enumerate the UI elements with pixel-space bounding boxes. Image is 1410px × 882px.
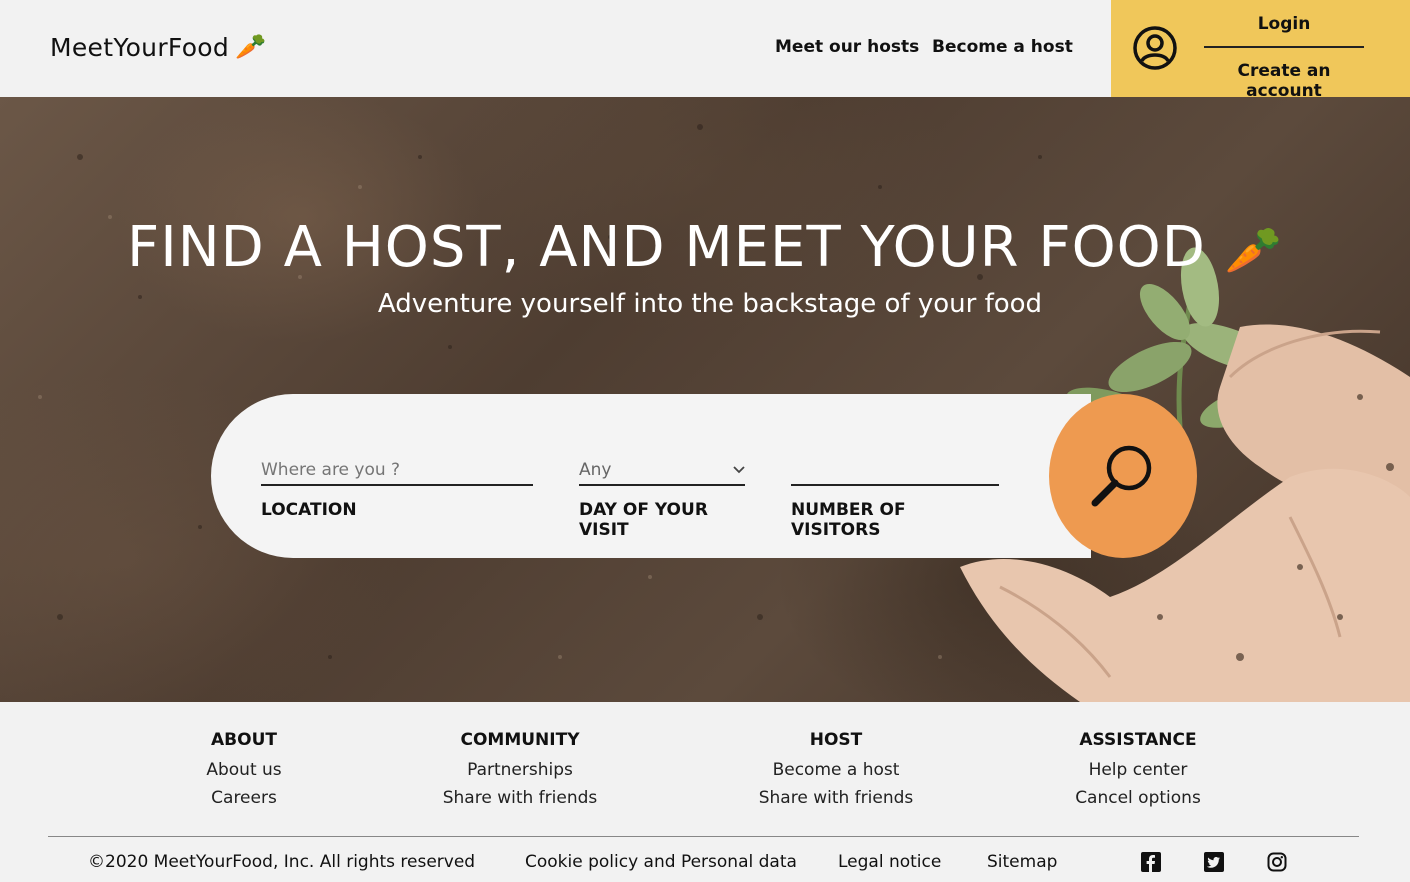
footer-col-assistance: ASSISTANCE Help center Cancel options (1058, 730, 1218, 812)
location-input[interactable] (261, 458, 533, 482)
create-account-link[interactable]: Create an account (1204, 61, 1364, 101)
visitors-label: NUMBER OF VISITORS (791, 500, 906, 540)
hero-title: FIND A HOST, AND MEET YOUR FOOD 🥕 (0, 215, 1410, 280)
footer-link-share[interactable]: Share with friends (420, 784, 620, 812)
visitors-underline (791, 484, 999, 486)
footer-link-about-us[interactable]: About us (184, 756, 304, 784)
twitter-icon[interactable] (1204, 852, 1224, 872)
carrot-icon: 🥕 (1224, 223, 1283, 277)
site-footer: ABOUT About us Careers COMMUNITY Partner… (0, 702, 1410, 882)
footer-link-partnerships[interactable]: Partnerships (420, 756, 620, 784)
nav-meet-our-hosts[interactable]: Meet our hosts (775, 37, 919, 57)
location-label: LOCATION (261, 500, 357, 520)
day-label: DAY OF YOUR VISIT (579, 500, 708, 540)
logo-text: MeetYourFood (50, 32, 230, 62)
footer-heading: ASSISTANCE (1079, 730, 1197, 750)
visitors-field: NUMBER OF VISITORS (791, 458, 999, 540)
hero-title-text: FIND A HOST, AND MEET YOUR FOOD (127, 215, 1206, 280)
day-field: Any DAY OF YOUR VISIT (579, 458, 745, 540)
day-select-value: Any (579, 460, 612, 480)
chevron-down-icon (733, 466, 745, 474)
day-underline (579, 484, 745, 486)
carrot-icon: 🥕 (235, 32, 267, 61)
search-bar: LOCATION Any DAY OF YOUR VISIT NUMBER OF… (211, 394, 1091, 558)
visitors-input[interactable] (791, 458, 999, 482)
logo[interactable]: MeetYourFood 🥕 (50, 32, 267, 62)
hero-section: FIND A HOST, AND MEET YOUR FOOD 🥕 Advent… (0, 97, 1410, 702)
footer-link-share[interactable]: Share with friends (736, 784, 936, 812)
site-header: MeetYourFood 🥕 Meet our hosts Become a h… (0, 0, 1410, 101)
footer-link-careers[interactable]: Careers (184, 784, 304, 812)
footer-divider (48, 836, 1359, 837)
instagram-icon[interactable] (1267, 852, 1287, 872)
search-icon (1091, 445, 1152, 507)
footer-link-cancel-options[interactable]: Cancel options (1058, 784, 1218, 812)
location-field: LOCATION (261, 458, 533, 520)
footer-link-help-center[interactable]: Help center (1058, 756, 1218, 784)
facebook-icon[interactable] (1141, 852, 1161, 872)
footer-col-community: COMMUNITY Partnerships Share with friend… (420, 730, 620, 812)
footer-col-about: ABOUT About us Careers (184, 730, 304, 812)
login-link[interactable]: Login (1204, 14, 1364, 34)
sitemap-link[interactable]: Sitemap (987, 852, 1057, 872)
account-divider (1204, 46, 1364, 48)
user-circle-icon[interactable] (1132, 25, 1178, 71)
hero-subtitle: Adventure yourself into the backstage of… (377, 289, 1043, 319)
search-button[interactable] (1049, 394, 1197, 558)
footer-col-host: HOST Become a host Share with friends (736, 730, 936, 812)
day-select[interactable]: Any (579, 458, 745, 482)
footer-heading: HOST (809, 730, 863, 750)
footer-heading: ABOUT (211, 730, 277, 750)
legal-notice-link[interactable]: Legal notice (838, 852, 941, 872)
footer-link-become-host[interactable]: Become a host (736, 756, 936, 784)
copyright: ©2020 MeetYourFood, Inc. All rights rese… (88, 852, 476, 872)
location-underline (261, 484, 533, 486)
nav-become-a-host[interactable]: Become a host (932, 37, 1073, 57)
cookie-policy-link[interactable]: Cookie policy and Personal data (525, 852, 797, 872)
footer-heading: COMMUNITY (460, 730, 580, 750)
